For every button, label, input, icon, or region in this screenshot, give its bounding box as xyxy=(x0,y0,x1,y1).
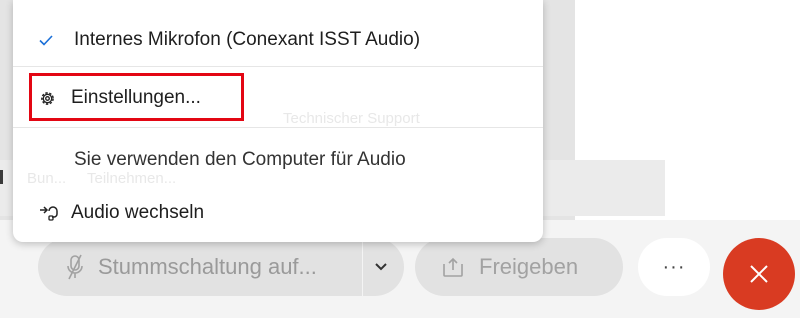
audio-status-text: Sie verwenden den Computer für Audio xyxy=(13,140,543,180)
more-options-button[interactable]: ··· xyxy=(638,238,710,296)
checkmark-icon xyxy=(39,34,55,46)
menu-item-internal-microphone[interactable]: Internes Mikrofon (Conexant ISST Audio) xyxy=(13,20,543,60)
share-button[interactable]: Freigeben xyxy=(415,238,623,296)
mute-button[interactable]: Stummschaltung auf... xyxy=(38,238,358,296)
microphone-muted-icon xyxy=(64,253,86,281)
mute-divider xyxy=(362,238,363,296)
end-call-button[interactable] xyxy=(723,238,795,310)
menu-item-label: Internes Mikrofon (Conexant ISST Audio) xyxy=(74,29,421,50)
edge-marker xyxy=(0,170,3,184)
audio-menu: Technischer Support Bun... Teilnehmen...… xyxy=(13,0,543,242)
mute-button-group[interactable]: Stummschaltung auf... xyxy=(38,238,404,296)
menu-divider xyxy=(13,127,543,128)
close-icon xyxy=(750,265,768,283)
switch-audio-icon xyxy=(39,204,59,222)
highlight-annotation xyxy=(29,73,244,121)
menu-item-switch-audio[interactable]: Audio wechseln xyxy=(13,193,543,233)
mute-button-label: Stummschaltung auf... xyxy=(98,254,317,279)
menu-divider xyxy=(13,66,543,67)
audio-status-label: Sie verwenden den Computer für Audio xyxy=(74,149,406,170)
share-icon xyxy=(441,255,465,279)
chevron-down-icon[interactable] xyxy=(366,256,396,278)
menu-item-label: Audio wechseln xyxy=(71,202,205,223)
share-button-label: Freigeben xyxy=(479,254,579,279)
